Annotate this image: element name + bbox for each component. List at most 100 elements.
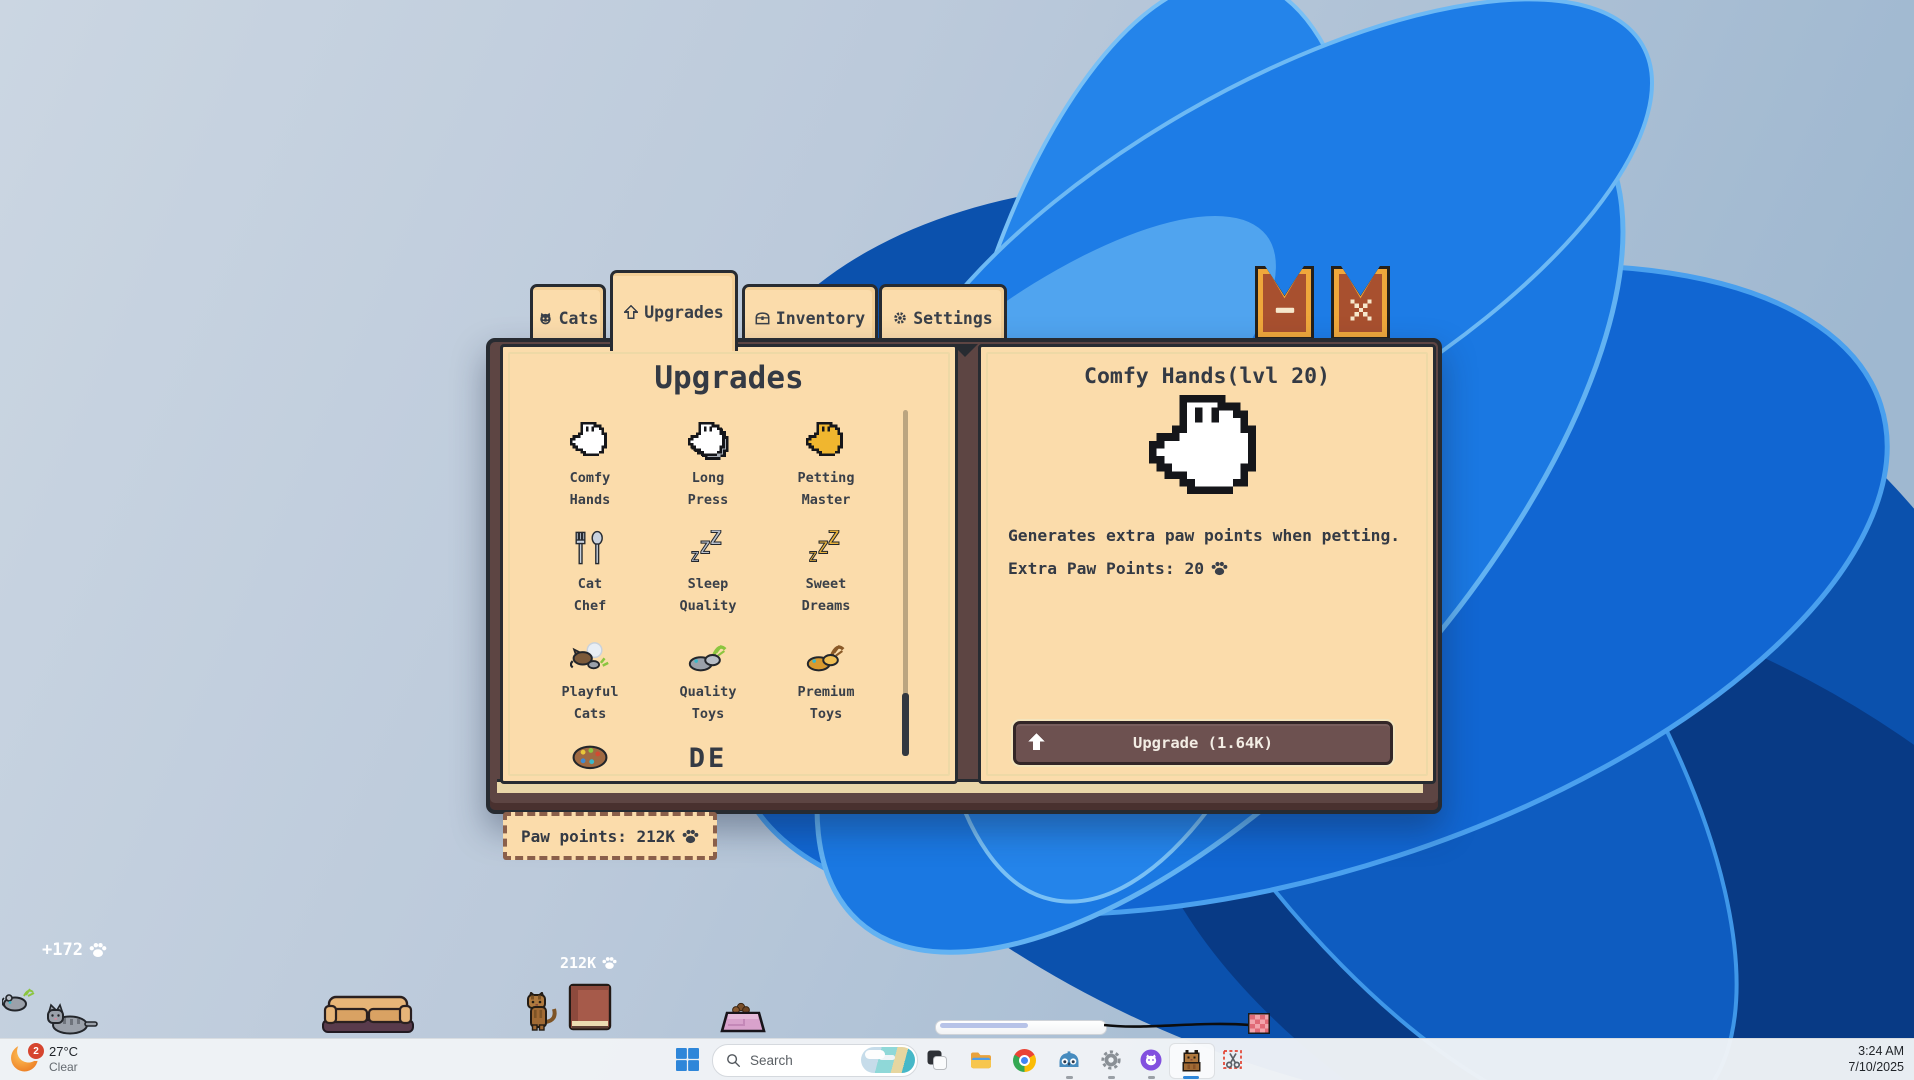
taskbar-icon-godot[interactable] bbox=[1056, 1047, 1082, 1073]
upgrade-item-label: Quality bbox=[649, 595, 767, 617]
upgrade-item-long-press[interactable]: LongPress bbox=[649, 417, 767, 511]
toys-grey-icon bbox=[649, 631, 767, 681]
upgrade-item-label: Toys bbox=[767, 703, 885, 725]
taskbar: 2 27°C Clear Search 3:24 AM 7/10/2025 bbox=[0, 1038, 1914, 1080]
paw-icon bbox=[89, 942, 107, 958]
grey-cat-sprite[interactable] bbox=[44, 1002, 98, 1036]
search-weather-thumbnail[interactable] bbox=[861, 1047, 915, 1073]
arrow-up-icon bbox=[1027, 732, 1046, 751]
svg-text:Z: Z bbox=[809, 550, 817, 566]
paw-icon bbox=[682, 829, 699, 844]
upgrade-description: Generates extra paw points when petting. bbox=[1008, 526, 1400, 545]
desktop-screen: +172 212K CatsUpgradesInventorySettings … bbox=[0, 0, 1914, 1080]
paw-points-text: Paw points: 212K bbox=[521, 827, 675, 846]
clock-date: 7/10/2025 bbox=[1788, 1059, 1904, 1075]
svg-text:Z: Z bbox=[710, 530, 722, 549]
upgrade-item-label: Toys bbox=[649, 703, 767, 725]
upgrade-item-playful-cats[interactable]: PlayfulCats bbox=[531, 631, 649, 725]
upgrade-item-comfy-hands[interactable]: ComfyHands bbox=[531, 417, 649, 511]
clock[interactable]: 3:24 AM 7/10/2025 bbox=[1788, 1043, 1904, 1075]
weather-temp: 27°C bbox=[49, 1043, 78, 1060]
upgrade-item-label: Long bbox=[649, 467, 767, 489]
food-bowl-sprite[interactable] bbox=[716, 999, 770, 1035]
paw-points-label: Paw points: 212K bbox=[503, 812, 717, 860]
upgrade-extra-stat: Extra Paw Points: 20 bbox=[1008, 559, 1228, 578]
chrome-icon bbox=[1013, 1049, 1036, 1072]
taskbar-icon-chrome[interactable] bbox=[1011, 1047, 1037, 1073]
upgrade-item-partial-text[interactable]: DE bbox=[649, 731, 767, 774]
upgrade-item-label: Cats bbox=[531, 703, 649, 725]
desktop-progress-bar[interactable] bbox=[935, 1020, 1107, 1035]
svg-text:Z: Z bbox=[828, 530, 840, 549]
tab-upgrades[interactable]: Upgrades bbox=[610, 270, 738, 351]
glove-white-icon bbox=[531, 417, 649, 467]
upgrade-buy-button[interactable]: Upgrade (1.64K) bbox=[1013, 721, 1393, 765]
mouse-toy-sprite[interactable] bbox=[2, 986, 38, 1012]
paw-icon bbox=[602, 956, 617, 970]
svg-text:Z: Z bbox=[700, 538, 710, 558]
svg-text:Z: Z bbox=[691, 550, 699, 566]
upgrade-item-cat-chef[interactable]: CatChef bbox=[531, 523, 649, 617]
orange-cat-sprite[interactable] bbox=[526, 992, 568, 1032]
upgrade-item-label: Hands bbox=[531, 489, 649, 511]
upgrade-item-label: Comfy bbox=[531, 467, 649, 489]
weather-condition: Clear bbox=[49, 1060, 78, 1074]
weather-badge: 2 bbox=[26, 1041, 46, 1061]
taskbar-icon-file-explorer[interactable] bbox=[968, 1047, 994, 1073]
page-title: Upgrades bbox=[503, 360, 955, 396]
arrow-up-outline-icon bbox=[624, 305, 638, 319]
minimize-icon bbox=[1273, 299, 1296, 322]
weather-icon: 2 bbox=[10, 1043, 42, 1075]
taskbar-icon-snipping-tool[interactable] bbox=[1220, 1047, 1246, 1073]
toy-lure[interactable] bbox=[1248, 1013, 1270, 1034]
taskbar-icon-settings[interactable] bbox=[1098, 1047, 1124, 1073]
upgrade-detail-page: Comfy Hands(lvl 20) Generates extra paw … bbox=[978, 344, 1436, 784]
zzz-gold-icon: ZZZ bbox=[767, 523, 885, 573]
upgrades-list-page: Upgrades ComfyHandsLongPressPettingMaste… bbox=[500, 344, 958, 784]
partial-item-text: DE bbox=[649, 743, 767, 774]
upgrade-item-label: Sweet bbox=[767, 573, 885, 595]
upgrade-item-label: Petting bbox=[767, 467, 885, 489]
upgrade-item-label: Master bbox=[767, 489, 885, 511]
upgrade-item-premium-toys[interactable]: PremiumToys bbox=[767, 631, 885, 725]
zzz-grey-icon: ZZZ bbox=[649, 523, 767, 573]
start-button[interactable] bbox=[676, 1048, 699, 1071]
upgrade-item-petting-master[interactable]: PettingMaster bbox=[767, 417, 885, 511]
cat-toy-icon bbox=[531, 631, 649, 681]
toys-gold-icon bbox=[767, 631, 885, 681]
upgrade-item-partial-palette[interactable] bbox=[531, 731, 649, 781]
desktop-paw-counter: 212K bbox=[560, 954, 617, 972]
running-indicator bbox=[1066, 1076, 1073, 1079]
upgrade-item-label: Dreams bbox=[767, 595, 885, 617]
couch-sprite[interactable] bbox=[322, 993, 414, 1035]
upgrade-item-label: Press bbox=[649, 489, 767, 511]
search-bar[interactable]: Search bbox=[712, 1044, 918, 1077]
upgrade-item-sweet-dreams[interactable]: ZZZSweetDreams bbox=[767, 523, 885, 617]
cat-face-icon bbox=[538, 311, 553, 326]
running-indicator bbox=[1148, 1076, 1155, 1079]
upgrade-item-label: Playful bbox=[531, 681, 649, 703]
upgrade-detail-icon bbox=[1146, 392, 1268, 514]
upgrade-item-sleep-quality[interactable]: ZZZSleepQuality bbox=[649, 523, 767, 617]
page-scrollbar-thumb[interactable] bbox=[902, 693, 909, 756]
taskbar-icon-cat-game[interactable] bbox=[1178, 1047, 1204, 1073]
glove-gold-icon bbox=[767, 417, 885, 467]
upgrade-item-label: Quality bbox=[649, 681, 767, 703]
taskbar-icon-task-view[interactable] bbox=[924, 1047, 950, 1073]
taskbar-icon-github-desktop[interactable] bbox=[1138, 1047, 1164, 1073]
chest-icon bbox=[755, 312, 770, 325]
palette-icon bbox=[531, 731, 649, 781]
upgrade-item-label: Chef bbox=[531, 595, 649, 617]
book-stack-sprite[interactable] bbox=[566, 983, 614, 1033]
active-running-indicator bbox=[1183, 1076, 1199, 1079]
close-icon bbox=[1349, 299, 1372, 322]
svg-text:Z: Z bbox=[818, 538, 828, 558]
search-label: Search bbox=[750, 1053, 793, 1068]
toy-string bbox=[1104, 1018, 1250, 1036]
weather-widget[interactable]: 2 27°C Clear bbox=[10, 1043, 78, 1075]
upgrade-item-label: Cat bbox=[531, 573, 649, 595]
glove-press-icon bbox=[649, 417, 767, 467]
upgrade-item-label: Sleep bbox=[649, 573, 767, 595]
upgrade-item-quality-toys[interactable]: QualityToys bbox=[649, 631, 767, 725]
tab-label: Cats bbox=[559, 309, 599, 328]
